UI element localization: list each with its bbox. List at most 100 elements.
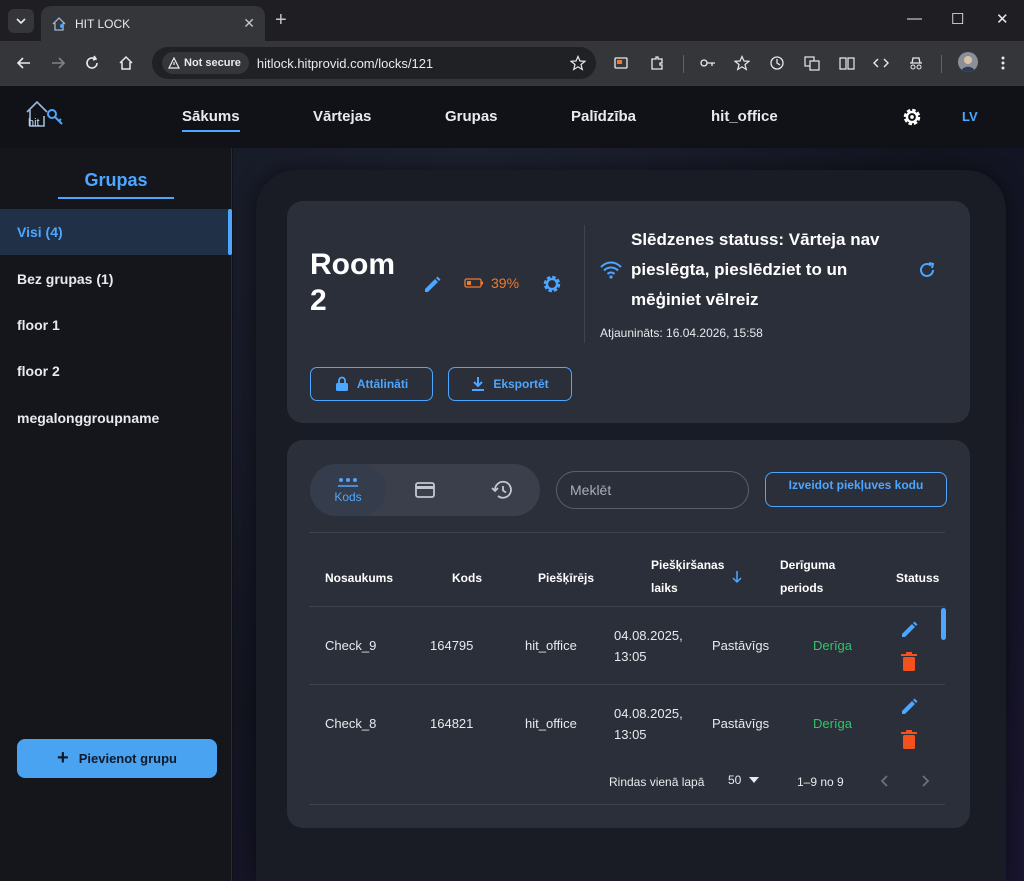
sidebar-item-floor-2[interactable]: floor 2 [0,348,232,394]
cell-name: Check_8 [325,716,377,731]
credit-card-icon [415,482,435,498]
column-assigner[interactable]: Piešķīrējs [538,567,594,590]
history-icon[interactable] [768,54,786,72]
cell-code: 164821 [430,716,474,731]
edit-lock-name-icon[interactable] [422,275,442,295]
add-group-button[interactable]: + Pievienot grupu [17,739,217,778]
app-root: hit Sākums Vārtejas Grupas Palīdzība hit… [0,86,1024,881]
nav-account[interactable]: hit_office [711,108,778,125]
column-code[interactable]: Kods [452,567,482,590]
star-icon[interactable] [570,55,586,71]
bookmark-star-icon[interactable] [733,54,751,72]
tab-close-icon[interactable]: ✕ [243,15,255,32]
lock-settings-icon[interactable] [541,273,563,295]
password-key-icon[interactable] [699,54,717,72]
pagination-divider [309,804,945,805]
maximize-icon[interactable]: ☐ [951,10,964,28]
minimize-icon[interactable]: — [907,10,922,27]
tab-search-button[interactable] [8,9,34,33]
next-page-icon[interactable] [920,774,930,788]
search-input[interactable]: Meklēt [556,471,749,509]
new-tab-button[interactable]: + [275,10,287,30]
security-chip[interactable]: Not secure [162,52,249,74]
dots-keypad-icon [338,478,358,487]
main-content: Room 2 39% Slēdzenes statuss: Vārteja na… [256,170,1006,881]
tab-history[interactable] [464,464,540,516]
column-validity-period[interactable]: Derīguma periods [780,554,850,600]
nav-home[interactable]: Sākums [182,108,240,132]
reload-button[interactable] [82,53,102,73]
history-icon [491,480,512,499]
toolbar-divider [683,55,684,73]
theme-settings-icon[interactable] [901,106,923,128]
cell-name: Check_9 [325,638,377,653]
delete-code-icon[interactable] [900,730,918,750]
edit-code-icon[interactable] [899,697,919,717]
column-assigned-time[interactable]: Piešķiršanas laiks [651,554,731,600]
cell-validity-period: Pastāvīgs [712,638,770,653]
cell-assigned-time: 04.08.2025, 13:05 [614,628,683,664]
tab-cards[interactable] [387,464,463,516]
devtools-code-icon[interactable] [872,54,890,72]
nav-groups[interactable]: Grupas [445,108,498,125]
prev-page-icon[interactable] [880,774,890,788]
rows-per-page-select[interactable]: 50 [728,773,760,787]
nav-gateways[interactable]: Vārtejas [313,108,371,125]
language-switcher[interactable]: LV [962,109,978,124]
export-label: Eksportēt [493,377,549,391]
kebab-menu-icon[interactable] [994,54,1012,72]
column-name[interactable]: Nosaukums [325,567,393,590]
table-header-divider [309,606,945,607]
lock-title: Room 2 [310,248,395,317]
forward-button[interactable] [48,53,68,73]
home-icon [119,55,133,70]
chevron-down-icon [16,18,26,25]
home-button[interactable] [116,53,136,73]
cell-assigner: hit_office [525,638,577,653]
edit-code-icon[interactable] [899,620,919,640]
cell-status: Derīga [813,716,853,731]
incognito-icon[interactable] [907,54,925,72]
sort-arrow-down-icon[interactable] [731,570,743,584]
nav-help[interactable]: Palīdzība [571,108,636,125]
sidebar-item-all[interactable]: Visi (4) [0,209,232,255]
tab-title: HIT LOCK [75,16,131,31]
tab-codes[interactable]: Kods [310,464,386,516]
delete-code-icon[interactable] [900,652,918,672]
address-bar[interactable]: Not secure hitlock.hitprovid.com/locks/1… [152,47,596,79]
hitlock-favicon-icon [52,16,66,31]
download-icon [472,377,485,391]
create-access-code-button[interactable]: Izveidot piekļuves kodu [765,472,947,507]
translate-icon[interactable] [803,54,821,72]
back-button[interactable] [14,53,34,73]
cast-icon[interactable] [612,54,630,72]
rows-per-page-label: Rindas vienā lapā [609,775,705,789]
browser-tabbar: HIT LOCK ✕ + — ☐ ✕ [0,0,1024,41]
column-status[interactable]: Statuss [896,567,939,590]
last-updated: Atjaunināts: 16.04.2026, 15:58 [600,326,763,340]
remote-unlock-button[interactable]: Attālināti [310,367,433,401]
table-scrollbar[interactable] [941,608,946,640]
sidebar-item-no-group[interactable]: Bez grupas (1) [0,256,232,302]
page-range: 1–9 no 9 [797,775,844,789]
sidebar-item-floor-1[interactable]: floor 1 [0,302,232,348]
battery-icon [464,278,483,288]
refresh-status-icon[interactable] [918,261,936,279]
cell-validity-period: Pastāvīgs [712,716,770,731]
arrow-right-icon [52,57,66,69]
sidebar-item-megalonggroupname[interactable]: megalonggroupname [0,395,232,441]
tab-codes-label: Kods [334,490,362,504]
code-type-switcher: Kods [310,464,540,516]
extensions-icon[interactable] [648,54,666,72]
arrow-left-icon [16,57,30,69]
browser-tab[interactable]: HIT LOCK ✕ [41,6,265,41]
rows-per-page-value: 50 [728,773,742,787]
access-codes-card: Kods Meklēt Izveidot piekļuves kodu Nosa… [287,440,970,828]
reading-mode-icon[interactable] [838,54,856,72]
profile-avatar[interactable] [958,52,978,72]
cell-assigned-time: 04.08.2025, 13:05 [614,706,683,742]
browser-toolbar: Not secure hitlock.hitprovid.com/locks/1… [0,41,1024,86]
window-close-icon[interactable]: ✕ [996,10,1009,28]
svg-text:hit: hit [28,117,40,129]
export-button[interactable]: Eksportēt [448,367,572,401]
